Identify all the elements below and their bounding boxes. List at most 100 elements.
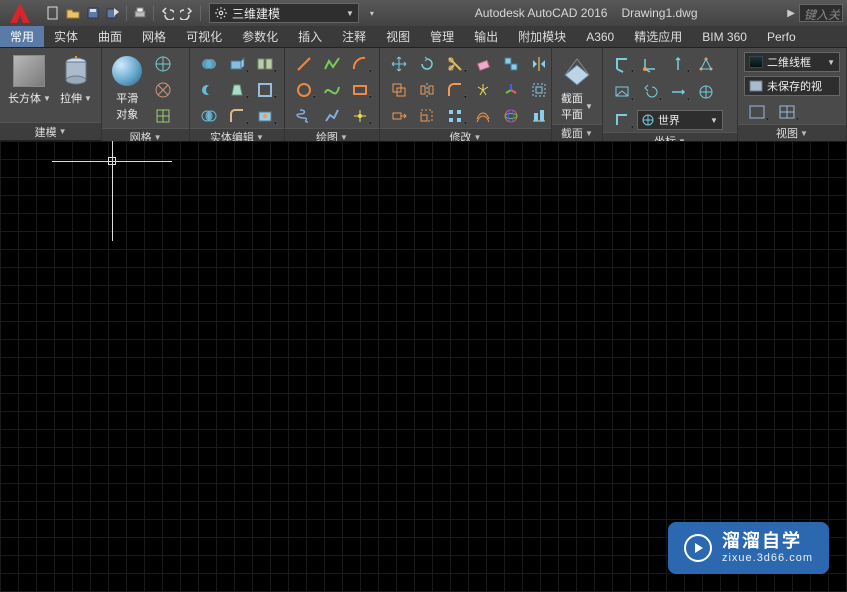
circle-icon[interactable]: ▾ xyxy=(291,78,317,102)
drawing-area[interactable]: 溜溜自学 zixue.3d66.com xyxy=(0,141,847,592)
trim-icon[interactable]: ▾ xyxy=(442,52,468,76)
ribbon: 长方体▼ 拉伸▼ 建模▼ 平滑 对象 网格▼ xyxy=(0,48,847,141)
tab-annotate[interactable]: 注释 xyxy=(332,26,376,47)
new-icon[interactable] xyxy=(44,4,62,22)
view-swatch-icon xyxy=(749,80,763,92)
mesh-more-3-icon[interactable] xyxy=(150,104,176,128)
fillet-edge-icon[interactable]: ▾ xyxy=(224,104,250,128)
ucs-named-icon[interactable]: ▾ xyxy=(609,108,635,132)
ucs-world-icon[interactable] xyxy=(693,80,719,104)
tab-insert[interactable]: 插入 xyxy=(288,26,332,47)
tab-surface[interactable]: 曲面 xyxy=(88,26,132,47)
tab-solid[interactable]: 实体 xyxy=(44,26,88,47)
3dmove-icon[interactable] xyxy=(498,78,524,102)
erase-icon[interactable] xyxy=(470,52,496,76)
union-icon[interactable] xyxy=(196,52,222,76)
undo-icon[interactable] xyxy=(158,4,176,22)
title-center: Autodesk AutoCAD 2016 Drawing1.dwg xyxy=(385,6,787,20)
move-icon[interactable] xyxy=(386,52,412,76)
tab-bim360[interactable]: BIM 360 xyxy=(692,26,757,47)
panel-coords: ▾ ▾ ▾ ▾ ▾ ▾ 世界 ▼ xyxy=(603,48,738,140)
view-single-icon[interactable]: ▾ xyxy=(744,100,770,124)
plot-icon[interactable] xyxy=(131,4,149,22)
ucs-origin-icon[interactable] xyxy=(637,52,663,76)
3dpoly-icon[interactable] xyxy=(319,104,345,128)
offset-icon[interactable] xyxy=(470,104,496,128)
subtract-icon[interactable] xyxy=(196,78,222,102)
ucs-icon[interactable]: ▾ xyxy=(609,52,635,76)
scale-icon[interactable] xyxy=(414,104,440,128)
saveas-icon[interactable] xyxy=(104,4,122,22)
rectangle-icon[interactable]: ▾ xyxy=(347,78,373,102)
ucs-z-icon[interactable]: ▾ xyxy=(665,52,691,76)
globe-icon xyxy=(642,114,654,126)
3dalign-icon[interactable] xyxy=(498,52,524,76)
array-icon[interactable]: ▾ xyxy=(442,104,468,128)
infocenter-toggle-icon[interactable]: ▶ xyxy=(787,8,795,19)
ribbon-tabs: 常用 实体 曲面 网格 可视化 参数化 插入 注释 视图 管理 输出 附加模块 … xyxy=(0,26,847,48)
explode-icon[interactable] xyxy=(470,78,496,102)
visual-style-dropdown[interactable]: 二维线框 ▼ xyxy=(744,52,840,72)
mesh-more-1-icon[interactable] xyxy=(150,52,176,76)
tab-parametric[interactable]: 参数化 xyxy=(232,26,288,47)
panel-title-section[interactable]: 截面▼ xyxy=(552,124,602,141)
save-icon[interactable] xyxy=(84,4,102,22)
imprint-icon[interactable]: ▾ xyxy=(252,104,278,128)
helix-icon[interactable] xyxy=(291,104,317,128)
spline-icon[interactable] xyxy=(319,78,345,102)
tab-mesh[interactable]: 网格 xyxy=(132,26,176,47)
tab-visualize[interactable]: 可视化 xyxy=(176,26,232,47)
box-button[interactable]: 长方体▼ xyxy=(6,52,53,108)
tab-view[interactable]: 视图 xyxy=(376,26,420,47)
fillet-icon[interactable]: ▾ xyxy=(442,78,468,102)
line-icon[interactable] xyxy=(291,52,317,76)
rotate-icon[interactable] xyxy=(414,52,440,76)
tab-a360[interactable]: A360 xyxy=(576,26,624,47)
redo-icon[interactable] xyxy=(178,4,196,22)
taper-face-icon[interactable]: ▾ xyxy=(224,78,250,102)
chevron-down-icon: ▼ xyxy=(827,58,835,67)
chevron-down-icon: ▼ xyxy=(43,94,51,103)
ucs-3point-icon[interactable] xyxy=(693,52,719,76)
panel-title-modeling[interactable]: 建模▼ xyxy=(0,122,101,140)
open-icon[interactable] xyxy=(64,4,82,22)
point-icon[interactable]: ▾ xyxy=(347,104,373,128)
ucs-previous-icon[interactable]: ▾ xyxy=(637,80,663,104)
stretch-icon[interactable] xyxy=(386,104,412,128)
polyline-icon[interactable] xyxy=(319,52,345,76)
tab-output[interactable]: 输出 xyxy=(464,26,508,47)
tab-manage[interactable]: 管理 xyxy=(420,26,464,47)
named-ucs-dropdown[interactable]: 世界 ▼ xyxy=(637,110,723,130)
ucs-x-icon[interactable]: ▾ xyxy=(665,80,691,104)
workspace-dropdown[interactable]: 三维建模 ▼ xyxy=(209,3,359,23)
tab-addins[interactable]: 附加模块 xyxy=(508,26,576,47)
chevron-down-icon: ▼ xyxy=(710,116,718,125)
tab-performance[interactable]: Perfo xyxy=(757,26,806,47)
tab-home[interactable]: 常用 xyxy=(0,26,44,47)
extrude-face-icon[interactable]: ▾ xyxy=(224,52,250,76)
copy-icon[interactable] xyxy=(386,78,412,102)
extrude-icon xyxy=(59,54,93,88)
3dmirror-icon[interactable] xyxy=(526,52,552,76)
qat-customize-icon[interactable]: ▾ xyxy=(363,4,381,22)
extrude-button[interactable]: 拉伸▼ xyxy=(57,52,95,108)
arc-icon[interactable]: ▾ xyxy=(347,52,373,76)
app-menu-button[interactable] xyxy=(0,0,40,26)
named-views-dropdown[interactable]: 未保存的视 xyxy=(744,76,840,96)
3drotate-icon[interactable] xyxy=(498,104,524,128)
ucs-view-icon[interactable]: ▾ xyxy=(609,80,635,104)
section-plane-button[interactable]: 截面 平面▼ xyxy=(558,52,596,124)
view-multi-icon[interactable]: ▾ xyxy=(774,100,800,124)
panel-title-view[interactable]: 视图▼ xyxy=(738,124,846,141)
intersect-icon[interactable] xyxy=(196,104,222,128)
separate-icon[interactable]: ▾ xyxy=(252,52,278,76)
shell-icon[interactable]: ▾ xyxy=(252,78,278,102)
tab-featured[interactable]: 精选应用 xyxy=(624,26,692,47)
smooth-object-button[interactable]: 平滑 对象 xyxy=(108,52,146,124)
mirror-icon[interactable] xyxy=(414,78,440,102)
chevron-down-icon: ▼ xyxy=(346,9,354,18)
align-icon[interactable] xyxy=(526,104,552,128)
3dscale-icon[interactable] xyxy=(526,78,552,102)
mesh-more-2-icon[interactable] xyxy=(150,78,176,102)
search-input[interactable]: 键入关 xyxy=(799,4,843,22)
